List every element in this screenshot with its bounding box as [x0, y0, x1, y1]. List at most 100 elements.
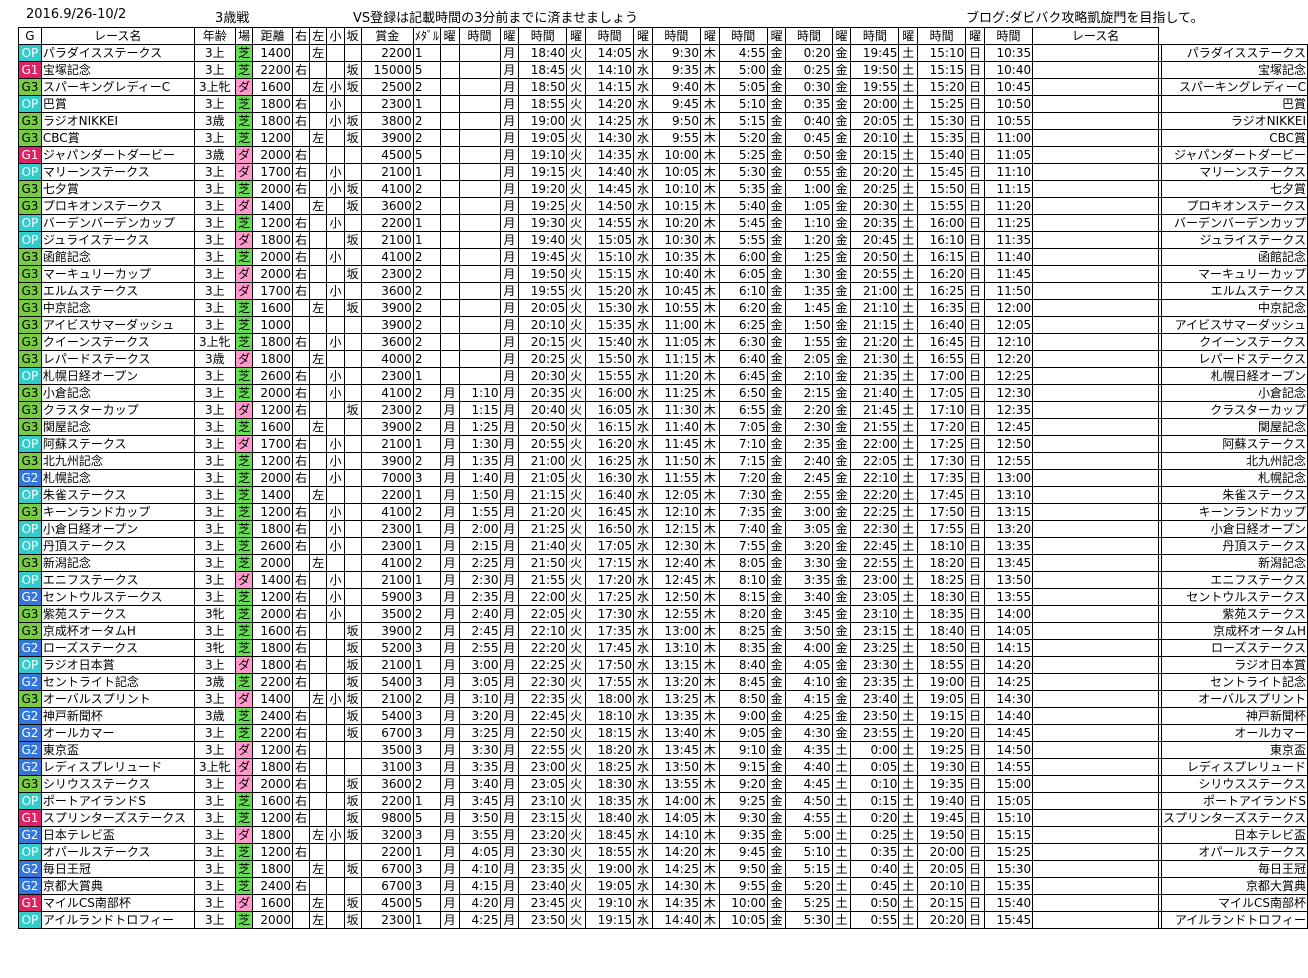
table-cell	[1032, 401, 1159, 419]
weekday-cell: 金	[766, 911, 787, 929]
time-cell: 9:50	[718, 860, 768, 878]
weekday-cell: 水	[633, 911, 653, 929]
race-name: マリーンステークス	[40, 163, 195, 181]
table-cell: 小	[326, 469, 345, 487]
weekday-cell: 月	[499, 605, 520, 623]
time-cell: 23:50	[518, 911, 568, 929]
race-name: 丹頂ステークス	[40, 537, 195, 555]
medal-cell: 2	[412, 299, 441, 317]
medal-cell: 1	[412, 911, 441, 929]
table-cell: 右	[291, 282, 311, 300]
table-cell: 右	[291, 537, 311, 555]
grade-badge: G3	[18, 333, 42, 351]
time-cell: 0:50	[850, 894, 900, 912]
medal-cell: 1	[412, 44, 441, 62]
table-cell	[1032, 384, 1159, 402]
weekday-cell: 金	[766, 503, 787, 521]
surface-cell: ダ	[235, 401, 254, 419]
weekday-cell: 日	[965, 622, 985, 640]
weekday-cell: 金	[831, 520, 852, 538]
age-cell: 3上	[193, 316, 237, 334]
column-header: ﾒﾀﾞﾙ	[412, 27, 441, 45]
time-cell: 21:35	[850, 367, 900, 385]
time-cell: 13:35	[983, 537, 1034, 555]
weekday-cell: 木	[699, 894, 720, 912]
weekday-cell: 火	[566, 673, 586, 691]
time-cell: 13:10	[983, 486, 1034, 504]
table-cell	[343, 452, 362, 470]
time-cell: 21:15	[518, 486, 568, 504]
weekday-cell: 土	[898, 61, 919, 79]
surface-cell: 芝	[235, 486, 254, 504]
weekday-cell: 木	[699, 673, 720, 691]
table-row: OP 札幌日経オープン 3上芝 2600 右小 2300 1 月 20:30 火 15:55 水 11:…	[18, 367, 1308, 385]
table-cell: 右	[291, 571, 311, 589]
prize-cell: 3500	[360, 605, 414, 623]
weekday-cell	[439, 180, 460, 198]
time-cell: 21:40	[518, 537, 568, 555]
time-cell: 22:00	[850, 435, 900, 453]
weekday-cell: 日	[965, 367, 985, 385]
distance-cell: 1800	[252, 656, 293, 674]
race-name-right: 阿蘇ステークス	[1160, 435, 1308, 453]
weekday-cell: 水	[633, 707, 653, 725]
time-cell: 12:25	[983, 367, 1034, 385]
time-cell	[458, 112, 501, 130]
weekday-cell: 水	[633, 571, 653, 589]
table-row: G2 ローズステークス 3牝芝 1800 右坂 5200 3 月 2:55 月 22:20 火 17:4…	[18, 639, 1308, 657]
weekday-cell: 日	[965, 78, 985, 96]
weekday-cell: 金	[831, 367, 852, 385]
table-cell	[309, 741, 328, 759]
weekday-cell: 火	[566, 95, 586, 113]
table-cell	[1032, 350, 1159, 368]
column-header: 小	[326, 27, 345, 45]
time-cell: 22:05	[850, 452, 900, 470]
time-cell: 20:10	[850, 129, 900, 147]
time-cell: 16:45	[917, 333, 967, 351]
table-cell	[309, 758, 328, 776]
medal-cell: 2	[412, 282, 441, 300]
time-cell: 17:25	[584, 588, 635, 606]
time-cell: 19:45	[917, 809, 967, 827]
medal-cell: 5	[412, 61, 441, 79]
table-cell	[309, 333, 328, 351]
table-cell	[343, 758, 362, 776]
table-row: OP 小倉日経オープン 3上芝 1800 右小 2300 1 月 2:00 月 21:25 火 16:5…	[18, 520, 1308, 538]
grade-badge: G3	[18, 282, 42, 300]
table-cell	[326, 894, 345, 912]
time-cell: 9:30	[718, 809, 768, 827]
table-cell: 右	[291, 707, 311, 725]
weekday-cell: 水	[633, 265, 653, 283]
time-cell: 20:55	[518, 435, 568, 453]
time-cell: 18:25	[584, 758, 635, 776]
time-cell: 16:15	[584, 418, 635, 436]
weekday-cell: 火	[566, 146, 586, 164]
weekday-cell: 日	[965, 894, 985, 912]
race-name-right: オーバルスプリント	[1160, 690, 1308, 708]
table-cell	[343, 877, 362, 895]
weekday-cell: 金	[766, 146, 787, 164]
race-name-right: レパードステークス	[1160, 350, 1308, 368]
weekday-cell: 木	[699, 95, 720, 113]
race-name-right: マーキュリーカップ	[1160, 265, 1308, 283]
weekday-cell: 月	[439, 894, 460, 912]
time-cell: 11:30	[651, 401, 701, 419]
table-cell: 坂	[343, 809, 362, 827]
weekday-cell: 月	[499, 44, 520, 62]
time-cell: 17:45	[584, 639, 635, 657]
grade-badge: G2	[18, 673, 42, 691]
time-cell: 20:55	[850, 265, 900, 283]
prize-cell: 2100	[360, 571, 414, 589]
table-cell	[343, 843, 362, 861]
race-name-right: シリウスステークス	[1160, 775, 1308, 793]
distance-cell: 1200	[252, 129, 293, 147]
age-cell: 3上牝	[193, 78, 237, 96]
time-cell: 14:45	[584, 180, 635, 198]
blog-label: ブログ:ダビバク攻略凱旋門を目指して。	[966, 11, 1204, 26]
table-cell: 右	[291, 622, 311, 640]
table-cell	[309, 248, 328, 266]
table-cell	[309, 61, 328, 79]
medal-cell: 2	[412, 401, 441, 419]
weekday-cell: 月	[439, 792, 460, 810]
time-cell: 19:00	[917, 673, 967, 691]
